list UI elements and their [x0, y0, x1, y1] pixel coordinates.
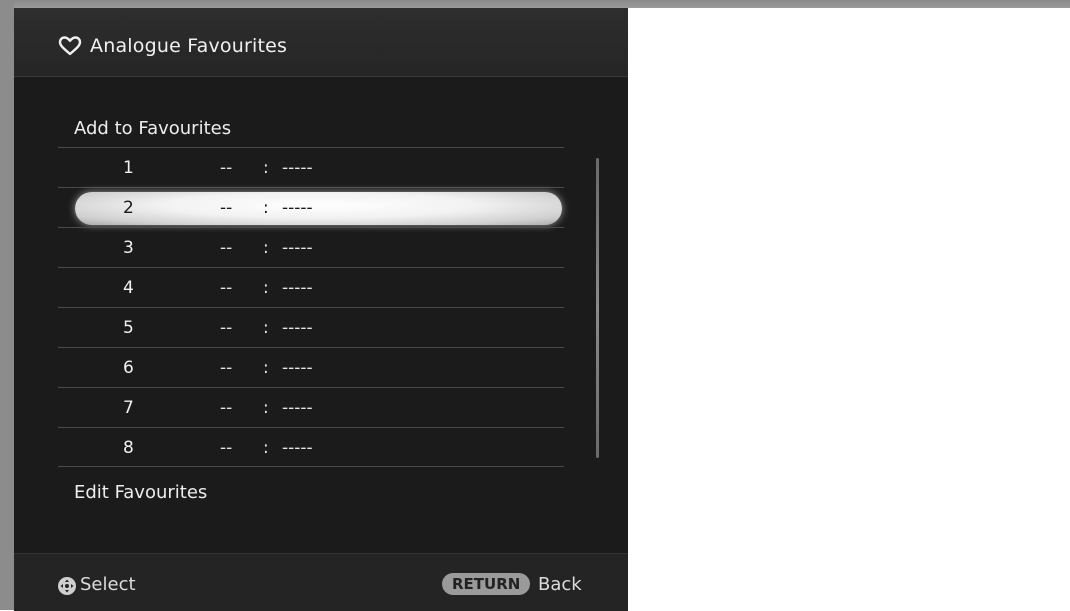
favourite-separator: :	[263, 158, 269, 178]
favourite-channel: --	[220, 438, 233, 458]
favourite-row[interactable]: 5 -- : -----	[58, 307, 564, 347]
favourite-channel: --	[220, 158, 233, 178]
list-scrollbar[interactable]	[596, 158, 599, 458]
favourite-name: -----	[282, 318, 313, 338]
favourite-row[interactable]: 8 -- : -----	[58, 427, 564, 467]
favourite-number: 5	[123, 318, 134, 338]
favourite-channel: --	[220, 398, 233, 418]
edit-favourites-item[interactable]: Edit Favourites	[74, 482, 207, 503]
favourite-number: 6	[123, 358, 134, 378]
favourite-separator: :	[263, 238, 269, 258]
favourite-channel: --	[220, 198, 233, 218]
favourite-separator: :	[263, 318, 269, 338]
favourite-row[interactable]: 4 -- : -----	[58, 267, 564, 307]
favourite-channel: --	[220, 278, 233, 298]
favourite-number: 1	[123, 158, 134, 178]
menu-title: Analogue Favourites	[90, 35, 288, 57]
favourite-name: -----	[282, 278, 313, 298]
favourite-separator: :	[263, 358, 269, 378]
favourite-row[interactable]: 6 -- : -----	[58, 347, 564, 387]
left-frame-edge	[0, 0, 14, 610]
favourite-number: 8	[123, 438, 134, 458]
favourite-channel: --	[220, 318, 233, 338]
favourites-list: 1 -- : ----- 2 -- : ----- 3 -- : ----- 4…	[58, 147, 564, 467]
heart-icon	[58, 36, 82, 56]
favourite-separator: :	[263, 398, 269, 418]
favourite-number: 4	[123, 278, 134, 298]
favourite-separator: :	[263, 278, 269, 298]
favourite-channel: --	[220, 238, 233, 258]
selection-highlight	[75, 192, 562, 225]
favourites-menu-panel: Analogue Favourites Add to Favourites 1 …	[14, 8, 628, 611]
return-key-badge[interactable]: RETURN	[442, 573, 531, 595]
select-hint: Select	[80, 574, 136, 595]
favourite-row-selected[interactable]: 2 -- : -----	[58, 187, 564, 227]
favourite-number: 2	[123, 198, 134, 218]
back-hint: Back	[538, 574, 582, 595]
favourite-row[interactable]: 7 -- : -----	[58, 387, 564, 427]
favourite-name: -----	[282, 158, 313, 178]
favourite-row[interactable]: 1 -- : -----	[58, 147, 564, 187]
favourite-name: -----	[282, 198, 313, 218]
top-frame-edge	[0, 0, 1070, 8]
favourite-channel: --	[220, 358, 233, 378]
favourite-name: -----	[282, 238, 313, 258]
add-to-favourites-item[interactable]: Add to Favourites	[74, 118, 231, 139]
favourite-row[interactable]: 3 -- : -----	[58, 227, 564, 267]
menu-footer: Select RETURN Back	[14, 553, 628, 611]
favourite-name: -----	[282, 398, 313, 418]
favourite-separator: :	[263, 198, 269, 218]
menu-header: Analogue Favourites	[14, 8, 628, 77]
favourite-number: 3	[123, 238, 134, 258]
favourite-name: -----	[282, 358, 313, 378]
favourite-name: -----	[282, 438, 313, 458]
favourite-separator: :	[263, 438, 269, 458]
favourite-number: 7	[123, 398, 134, 418]
dpad-icon	[58, 577, 76, 595]
